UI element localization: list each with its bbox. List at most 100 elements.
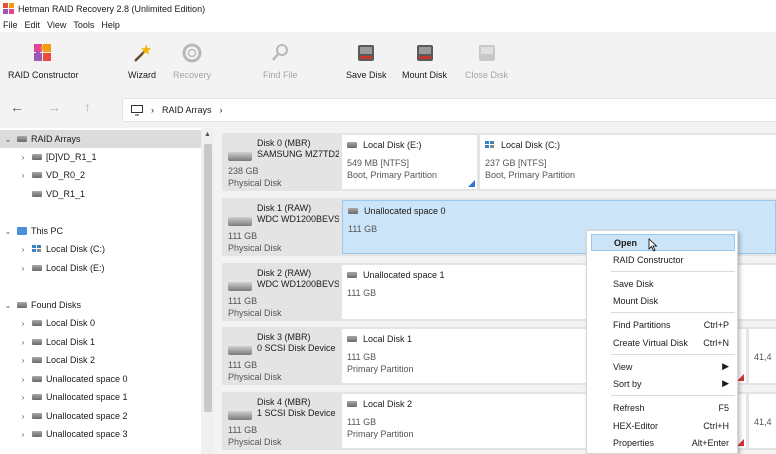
chevron-down-icon[interactable]: ⌄	[3, 135, 13, 144]
menu-item-create-virtual-disk[interactable]: Create Virtual Disk Ctrl+N	[591, 334, 735, 351]
partition-tile-edge[interactable]: 41,4	[749, 394, 776, 448]
tree-item-raid-arrays[interactable]: ⌄ RAID Arrays	[0, 130, 201, 148]
tree-item-raid-2[interactable]: VD_R1_1	[18, 185, 85, 203]
menu-item-label: Create Virtual Disk	[613, 337, 688, 348]
chevron-right-icon[interactable]: ›	[18, 375, 28, 384]
hard-disk-icon	[228, 346, 252, 355]
tree-item-raid-1[interactable]: › VD_R0_2	[18, 166, 85, 184]
forward-arrow-icon[interactable]: →	[47, 99, 61, 115]
disk-size: 111 GB	[228, 360, 258, 370]
disk-icon	[32, 413, 42, 419]
tree-item-found-6[interactable]: › Unallocated space 3	[18, 425, 128, 443]
menu-item-hex-editor[interactable]: HEX-Editor Ctrl+H	[591, 417, 735, 434]
tree-item-raid-0[interactable]: › [D]VD_R1_1	[18, 148, 97, 166]
wizard-button[interactable]: Wizard	[128, 42, 156, 80]
disk-row[interactable]: Disk 0 (MBR) SAMSUNG MZ7TD2 238 GB Physic…	[222, 133, 776, 191]
menu-edit[interactable]: Edit	[25, 20, 41, 30]
menu-item-open[interactable]: Open	[591, 234, 735, 251]
back-arrow-icon[interactable]: ←	[10, 99, 24, 115]
chevron-down-icon[interactable]: ⌄	[3, 227, 13, 236]
raid-constructor-label: RAID Constructor	[8, 70, 79, 80]
tree-label: [D]VD_R1_1	[46, 152, 97, 162]
raid-constructor-button[interactable]: RAID Constructor	[8, 42, 79, 80]
mount-disk-button[interactable]: Mount Disk	[402, 42, 447, 80]
partition-title: Local Disk (E:)	[363, 140, 422, 150]
disk-kind: Physical Disk	[228, 372, 282, 382]
menu-view[interactable]: View	[47, 20, 66, 30]
menu-tools[interactable]: Tools	[73, 20, 94, 30]
chevron-right-icon[interactable]: ›	[18, 338, 28, 347]
disk-icon	[32, 431, 42, 437]
title-bar: Hetman RAID Recovery 2.8 (Unlimited Edit…	[0, 0, 776, 17]
chevron-right-icon[interactable]: ›	[18, 171, 28, 180]
chevron-right-icon[interactable]: ›	[18, 430, 28, 439]
up-arrow-icon[interactable]: ↑	[84, 99, 91, 115]
chevron-right-icon[interactable]: ›	[18, 319, 28, 328]
chevron-right-icon[interactable]: ›	[18, 153, 28, 162]
disk-name: Disk 3 (MBR)	[257, 332, 311, 342]
tree-item-found-2[interactable]: › Local Disk 2	[18, 351, 95, 369]
tree-label: This PC	[31, 226, 64, 236]
disk-size: 111 GB	[228, 231, 258, 241]
save-disk-button[interactable]: Save Disk	[346, 42, 387, 80]
menu-item-label: Sort by	[613, 378, 642, 389]
disk-info[interactable]: Disk 0 (MBR) SAMSUNG MZ7TD2 238 GB Physic…	[222, 133, 340, 191]
chevron-right-icon[interactable]: ›	[18, 356, 28, 365]
disk-info[interactable]: Disk 2 (RAW) WDC WD1200BEVS- 111 GB Physi…	[222, 263, 340, 321]
recovery-button[interactable]: Recovery	[173, 42, 211, 80]
tree-item-this-pc[interactable]: ⌄ This PC	[3, 222, 63, 240]
tree-label: Unallocated space 3	[46, 429, 128, 439]
partition-tile[interactable]: Local Disk (C:) 237 GB [NTFS] Boot, Prim…	[480, 135, 776, 189]
menu-item-raid-constructor[interactable]: RAID Constructor	[591, 251, 735, 268]
puzzle-icon	[34, 44, 52, 61]
disk-size: 111 GB	[228, 296, 258, 306]
menu-item-save-disk[interactable]: Save Disk	[591, 275, 735, 292]
disk-info[interactable]: Disk 1 (RAW) WDC WD1200BEVS- 111 GB Physi…	[222, 198, 340, 256]
disk-icon	[347, 401, 357, 407]
tree-item-found-4[interactable]: › Unallocated space 1	[18, 388, 128, 406]
disk-info[interactable]: Disk 4 (MBR) 1 SCSI Disk Device 111 GB Ph…	[222, 392, 340, 450]
disk-info[interactable]: Disk 3 (MBR) 0 SCSI Disk Device 111 GB Ph…	[222, 327, 340, 385]
chevron-right-icon[interactable]: ›	[18, 245, 28, 254]
scrollbar-thumb[interactable]	[204, 144, 212, 412]
disk-icon	[32, 191, 42, 197]
scroll-up-icon[interactable]: ▲	[204, 131, 211, 138]
tree-item-found-disks[interactable]: ⌄ Found Disks	[3, 296, 81, 314]
menu-item-label: Refresh	[613, 402, 645, 413]
find-file-button[interactable]: Find File	[263, 42, 298, 80]
breadcrumb-raid-arrays[interactable]: RAID Arrays	[162, 105, 212, 115]
disk-kind: Physical Disk	[228, 178, 282, 188]
wand-icon	[134, 44, 151, 62]
chevron-right-icon[interactable]: ›	[18, 393, 28, 402]
mouse-cursor-icon	[648, 238, 658, 252]
chevron-right-icon[interactable]: ›	[18, 264, 28, 273]
menu-file[interactable]: File	[3, 20, 18, 30]
menu-item-refresh[interactable]: Refresh F5	[591, 399, 735, 416]
menu-item-find-partitions[interactable]: Find Partitions Ctrl+P	[591, 316, 735, 333]
tree-item-found-5[interactable]: › Unallocated space 2	[18, 407, 128, 425]
partition-tile-edge[interactable]: 41,4	[749, 329, 776, 383]
menu-help[interactable]: Help	[101, 20, 120, 30]
menu-item-view[interactable]: View ▶	[591, 358, 735, 375]
tree-item-found-3[interactable]: › Unallocated space 0	[18, 370, 128, 388]
tree-item-pc-0[interactable]: › Local Disk (C:)	[18, 240, 105, 258]
partition-type: Boot, Primary Partition	[485, 170, 576, 180]
menu-item-sort-by[interactable]: Sort by ▶	[591, 375, 735, 392]
partition-tile[interactable]: Local Disk (E:) 549 MB [NTFS] Boot, Prim…	[342, 135, 477, 189]
menu-item-label: View	[613, 361, 633, 372]
monitor-icon	[131, 104, 143, 115]
tree-item-pc-1[interactable]: › Local Disk (E:)	[18, 259, 105, 277]
tree-item-found-1[interactable]: › Local Disk 1	[18, 333, 95, 351]
tree-scrollbar[interactable]: ▲	[201, 128, 214, 454]
shortcut-label: Ctrl+P	[703, 319, 729, 330]
chevron-down-icon[interactable]: ⌄	[3, 301, 13, 310]
corner-marker-icon	[737, 374, 744, 381]
close-disk-button[interactable]: Close Disk	[465, 42, 508, 80]
menu-item-label: Mount Disk	[613, 295, 659, 306]
disk-icon	[32, 376, 42, 382]
menu-item-mount-disk[interactable]: Mount Disk	[591, 292, 735, 309]
chevron-right-icon[interactable]: ›	[18, 412, 28, 421]
address-bar[interactable]: › RAID Arrays ›	[122, 98, 776, 122]
menu-item-properties[interactable]: Properties Alt+Enter	[591, 434, 735, 451]
tree-item-found-0[interactable]: › Local Disk 0	[18, 314, 95, 332]
